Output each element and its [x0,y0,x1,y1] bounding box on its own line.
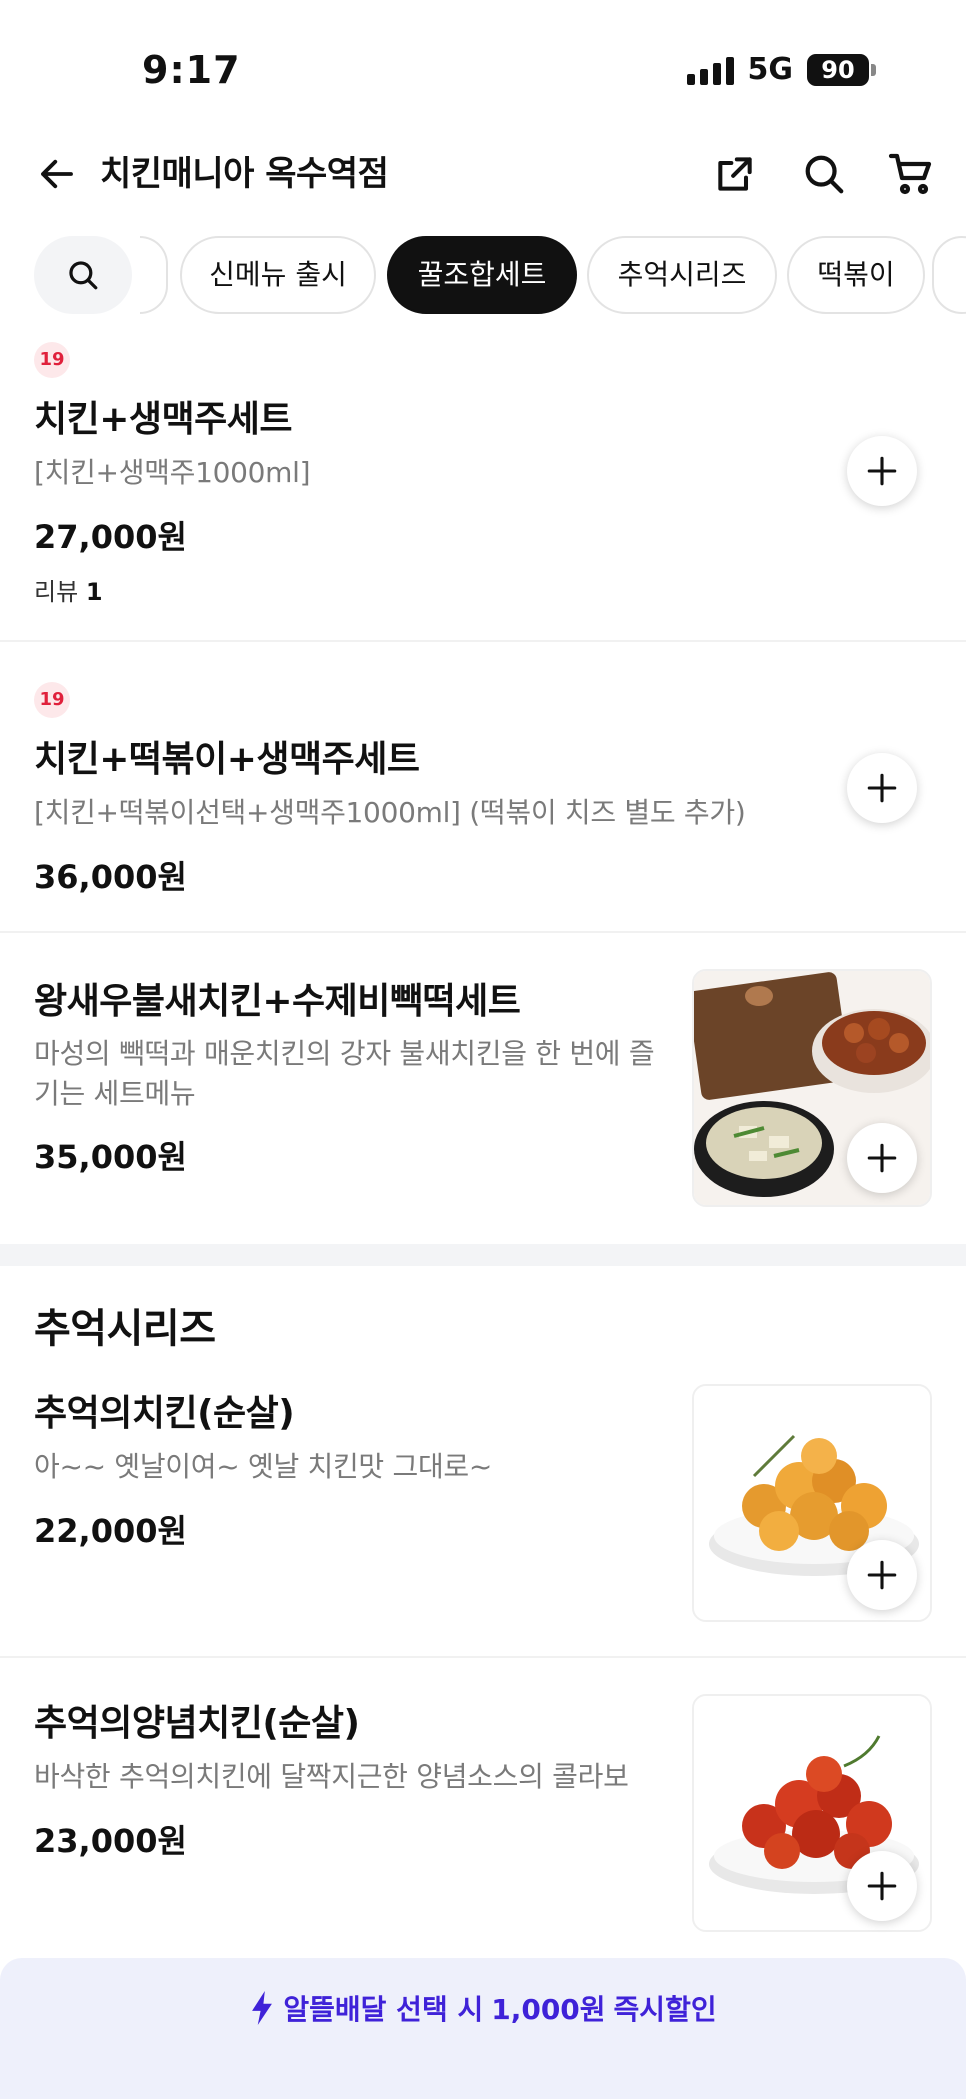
search-icon [805,155,844,194]
item-name: 왕새우불새치킨+수제비빽떡세트 [34,981,521,1022]
chip-memory-series[interactable]: 추억시리즈 [587,236,777,314]
review-label: 리뷰 [34,578,79,606]
item-description: 바삭한 추억의치킨에 달짝지근한 양념소스의 콜라보 [34,1760,629,1793]
share-icon [718,157,752,191]
item-name: 치킨+생맥주세트 [34,399,293,440]
add-to-cart-button[interactable] [847,1851,917,1921]
chip-partial-right[interactable] [932,236,966,314]
promo-amount: 1,000원 [491,1993,606,2026]
item-price: 27,000원 [34,518,187,556]
plus-icon [867,456,897,486]
item-description: [치킨+떡볶이선택+생맥주1000ml] (떡볶이 치즈 별도 추가) [34,796,746,829]
add-to-cart-button[interactable] [847,753,917,823]
item-price: 36,000원 [34,858,187,896]
item-description: 아~~ 옛날이여~ 옛날 치킨맛 그대로~ [34,1450,493,1483]
status-indicators: 5G 90 [686,52,876,87]
chip-partial-left[interactable] [140,236,168,314]
battery-level: 90 [807,53,869,86]
arrow-left-icon [41,159,73,189]
share-button[interactable] [706,145,764,203]
divider [0,931,966,933]
discount-banner-text: 알뜰배달 선택 시 1,000원 즉시할인 [0,1988,966,2028]
promo-suffix: 즉시할인 [613,1993,717,2026]
add-to-cart-button[interactable] [847,1540,917,1610]
category-chips: 신메뉴 출시 꿀조합세트 추억시리즈 떡볶이 [0,236,966,316]
discount-banner[interactable]: 알뜰배달 선택 시 1,000원 즉시할인 [0,1958,966,2099]
divider [0,1656,966,1658]
cart-icon [888,153,932,195]
chip-tteokbokki[interactable]: 떡볶이 [787,236,925,314]
item-price: 23,000원 [34,1822,187,1860]
chip-new-menu[interactable]: 신메뉴 출시 [180,236,376,314]
signal-icon [686,55,734,85]
divider [0,640,966,642]
section-title: 추억시리즈 [34,1306,216,1352]
cart-button[interactable] [882,145,940,203]
store-header: 치킨매니아 옥수역점 [0,135,966,215]
search-button[interactable] [795,145,853,203]
review-count: 1 [85,578,103,606]
item-description: [치킨+생맥주1000ml] [34,456,311,489]
age-19-badge: 19 [34,342,70,378]
status-time: 9:17 [142,48,241,92]
chip-combo-set[interactable]: 꿀조합세트 [387,236,577,314]
store-title: 치킨매니아 옥수역점 [100,154,389,194]
plus-icon [867,1560,897,1590]
item-description: 마성의 빽떡과 매운치킨의 강자 불새치킨을 한 번에 즐기는 세트메뉴 [34,1037,655,1110]
add-to-cart-button[interactable] [847,436,917,506]
section-separator [0,1244,966,1266]
menu-search-button[interactable] [34,236,132,314]
network-label: 5G [747,52,794,87]
item-price: 22,000원 [34,1512,187,1550]
plus-icon [867,1871,897,1901]
item-name: 추억의치킨(순살) [34,1393,295,1434]
item-name: 치킨+떡볶이+생맥주세트 [34,739,420,780]
status-bar: 9:17 5G 90 [0,0,966,130]
battery-icon: 90 [807,53,876,86]
promo-prefix: 알뜰배달 선택 시 [283,1993,484,2026]
plus-icon [867,1143,897,1173]
add-to-cart-button[interactable] [847,1123,917,1193]
age-19-badge: 19 [34,682,70,718]
item-review[interactable]: 리뷰 1 [34,572,103,607]
item-price: 35,000원 [34,1138,187,1176]
back-button[interactable] [32,149,82,199]
item-name: 추억의양념치킨(순살) [34,1703,360,1744]
lightning-icon [252,1991,273,2025]
plus-icon [867,773,897,803]
search-icon [69,261,98,290]
